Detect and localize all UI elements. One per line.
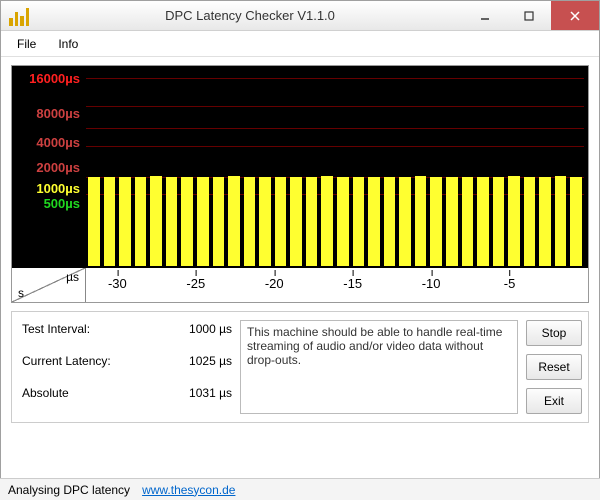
- maximize-icon: [524, 11, 534, 21]
- ytick-16000: 16000µs: [16, 72, 80, 85]
- lower-panel: Test Interval: 1000 µs Current Latency: …: [11, 311, 589, 423]
- app-icon: [9, 6, 29, 26]
- latency-bar: [244, 177, 256, 267]
- axis-unit-corner: µs s: [12, 268, 86, 302]
- stat-value: 1025 µs: [189, 354, 232, 368]
- latency-bar: [150, 176, 162, 266]
- action-buttons: Stop Reset Exit: [526, 320, 582, 414]
- minimize-icon: [480, 11, 490, 21]
- stat-absolute: Absolute 1031 µs: [22, 386, 232, 400]
- minimize-button[interactable]: [463, 1, 507, 30]
- close-button[interactable]: [551, 1, 599, 30]
- stop-button[interactable]: Stop: [526, 320, 582, 346]
- status-message: This machine should be able to handle re…: [240, 320, 518, 414]
- latency-bar: [290, 177, 302, 267]
- latency-bar: [415, 176, 427, 266]
- ytick-1000: 1000µs: [16, 182, 80, 195]
- reset-button[interactable]: Reset: [526, 354, 582, 380]
- xtick: -20: [265, 276, 284, 291]
- latency-bar: [430, 177, 442, 267]
- close-icon: [570, 11, 580, 21]
- stat-label: Test Interval:: [22, 322, 90, 336]
- latency-bar: [197, 177, 209, 266]
- exit-button[interactable]: Exit: [526, 388, 582, 414]
- latency-bar: [493, 177, 505, 266]
- latency-bar: [306, 177, 318, 266]
- latency-bar: [104, 177, 116, 266]
- menubar: File Info: [1, 31, 599, 57]
- latency-bar: [570, 177, 582, 267]
- status-link[interactable]: www.thesycon.de: [142, 483, 235, 497]
- latency-bar: [399, 177, 411, 266]
- ytick-4000: 4000µs: [16, 136, 80, 149]
- latency-bar: [462, 177, 474, 266]
- latency-bar: [259, 177, 271, 266]
- latency-bar: [446, 177, 458, 266]
- latency-bar: [477, 177, 489, 267]
- status-text: Analysing DPC latency: [8, 483, 130, 497]
- latency-bar: [337, 177, 349, 267]
- xtick: -10: [422, 276, 441, 291]
- menu-info[interactable]: Info: [48, 34, 88, 54]
- x-axis: µs s -30 -25 -20 -15 -10 -5: [12, 266, 588, 302]
- ytick-500: 500µs: [16, 197, 80, 210]
- statusbar: Analysing DPC latency www.thesycon.de: [0, 478, 600, 500]
- chart-bars: [86, 66, 584, 266]
- latency-bar: [321, 176, 333, 266]
- menu-file[interactable]: File: [7, 34, 46, 54]
- xtick: -5: [504, 276, 516, 291]
- maximize-button[interactable]: [507, 1, 551, 30]
- ytick-2000: 2000µs: [16, 161, 80, 174]
- latency-bar: [181, 177, 193, 267]
- latency-bar: [275, 177, 287, 266]
- y-unit-label: µs: [66, 270, 79, 284]
- ytick-8000: 8000µs: [16, 107, 80, 120]
- latency-bar: [213, 177, 225, 266]
- latency-chart: 16000µs 8000µs 4000µs 2000µs 1000µs 500µ…: [11, 65, 589, 303]
- latency-bar: [368, 177, 380, 266]
- stats-panel: Test Interval: 1000 µs Current Latency: …: [22, 320, 232, 414]
- xtick: -15: [343, 276, 362, 291]
- window-controls: [463, 1, 599, 30]
- x-axis-ticks: -30 -25 -20 -15 -10 -5: [86, 268, 588, 302]
- latency-bar: [353, 177, 365, 266]
- stat-test-interval: Test Interval: 1000 µs: [22, 322, 232, 336]
- latency-bar: [524, 177, 536, 267]
- titlebar: DPC Latency Checker V1.1.0: [1, 1, 599, 31]
- latency-bar: [384, 177, 396, 267]
- latency-bar: [135, 177, 147, 266]
- stat-value: 1000 µs: [189, 322, 232, 336]
- stat-value: 1031 µs: [189, 386, 232, 400]
- x-unit-label: s: [18, 286, 24, 300]
- y-axis-labels: 16000µs 8000µs 4000µs 2000µs 1000µs 500µ…: [16, 66, 80, 266]
- latency-bar: [88, 177, 100, 266]
- window-title: DPC Latency Checker V1.1.0: [37, 8, 463, 23]
- stat-label: Current Latency:: [22, 354, 111, 368]
- xtick: -25: [186, 276, 205, 291]
- stat-current-latency: Current Latency: 1025 µs: [22, 354, 232, 368]
- latency-bar: [539, 177, 551, 266]
- latency-bar: [119, 177, 131, 267]
- xtick: -30: [108, 276, 127, 291]
- content: 16000µs 8000µs 4000µs 2000µs 1000µs 500µ…: [1, 57, 599, 431]
- latency-bar: [166, 177, 178, 266]
- chart-plot-area: 16000µs 8000µs 4000µs 2000µs 1000µs 500µ…: [12, 66, 588, 266]
- latency-bar: [228, 176, 240, 266]
- latency-bar: [555, 176, 567, 266]
- stat-label: Absolute: [22, 386, 69, 400]
- latency-bar: [508, 176, 520, 266]
